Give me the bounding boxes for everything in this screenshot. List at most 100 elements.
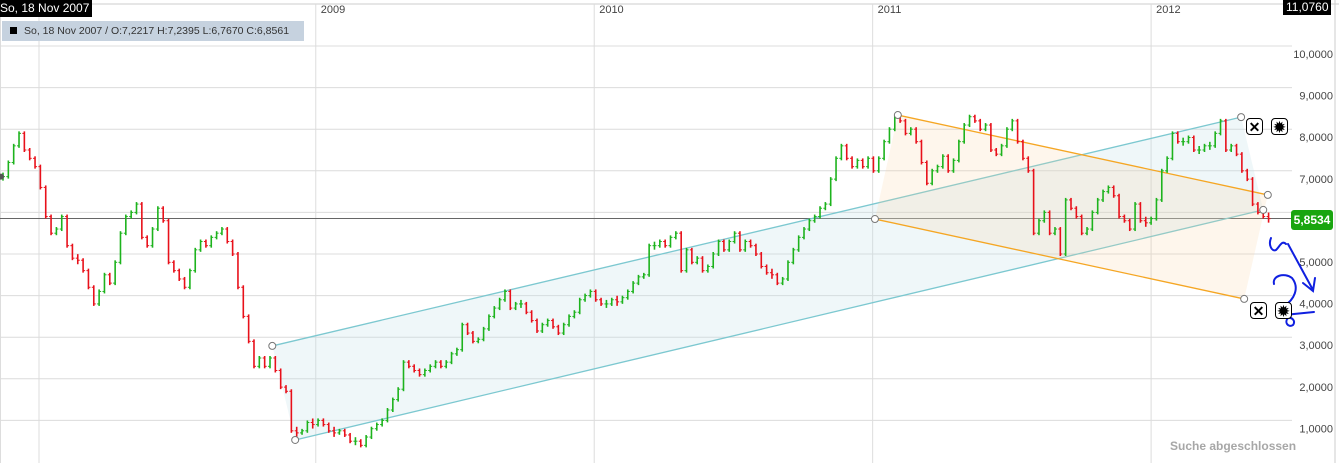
- channel-handle[interactable]: [291, 435, 300, 444]
- close-icon: ✕: [1248, 119, 1261, 135]
- channel-handle[interactable]: [1237, 113, 1246, 122]
- price-bar: [123, 214, 128, 236]
- price-bar: [171, 260, 176, 273]
- channel-handle[interactable]: [1259, 205, 1268, 214]
- price-bar: [257, 356, 262, 369]
- price-bar: [54, 227, 59, 236]
- price-bar: [668, 235, 673, 248]
- price-bar: [59, 214, 64, 232]
- price-bar: [65, 214, 70, 248]
- channel-handle[interactable]: [1263, 190, 1272, 199]
- price-bar: [855, 158, 860, 169]
- price-chart[interactable]: 1,00002,00003,00004,00005,00006,00007,00…: [0, 0, 1339, 463]
- price-bar: [219, 227, 224, 236]
- price-bar: [663, 239, 668, 248]
- price-bar: [369, 426, 374, 440]
- y-tick-label: 10,0000: [1293, 49, 1333, 61]
- price-bar: [11, 143, 16, 165]
- y-tick-label: 2,0000: [1299, 382, 1333, 394]
- price-bar: [262, 356, 267, 369]
- delete-rising-channel-button[interactable]: ✕: [1246, 118, 1263, 135]
- y-tick-label: 1,0000: [1299, 423, 1333, 435]
- price-bar: [657, 239, 662, 248]
- price-bar: [834, 156, 839, 182]
- gear-icon: ✹: [1273, 119, 1286, 135]
- y-tick-label: 4,0000: [1299, 299, 1333, 311]
- last-price-badge: 5,8534: [1291, 210, 1333, 230]
- price-bar: [113, 260, 118, 286]
- price-bar: [358, 439, 363, 448]
- close-icon: ✕: [1252, 303, 1265, 319]
- ohlc-text: So, 18 Nov 2007 / O:7,2217 H:7,2395 L:6,…: [24, 25, 290, 37]
- price-bar: [17, 131, 22, 148]
- price-bar: [241, 285, 246, 319]
- channel-handle[interactable]: [870, 215, 879, 224]
- price-bar: [268, 356, 272, 369]
- y-tick-label: 3,0000: [1299, 340, 1333, 352]
- price-bar: [166, 218, 171, 265]
- crosshair-value-label: 11,0760: [1283, 0, 1331, 15]
- price-bar: [374, 422, 379, 431]
- price-bar: [97, 289, 102, 306]
- price-bar: [27, 148, 32, 161]
- y-tick-label: 5,0000: [1299, 257, 1333, 269]
- price-bar: [70, 243, 75, 261]
- price-bar: [850, 156, 855, 169]
- x-tick-label: 2010: [599, 4, 623, 16]
- price-bar: [102, 272, 107, 294]
- series-marker-icon: [10, 27, 17, 34]
- price-bar: [1266, 212, 1271, 223]
- x-tick-label: 2011: [878, 4, 902, 16]
- price-bar: [860, 158, 865, 169]
- price-bar: [967, 114, 972, 128]
- price-bar: [652, 241, 657, 250]
- price-bar: [364, 435, 369, 448]
- price-bar: [43, 185, 48, 219]
- price-bar: [150, 227, 155, 248]
- channel-handle[interactable]: [893, 111, 902, 120]
- y-tick-label: 7,0000: [1299, 174, 1333, 186]
- price-bar: [246, 314, 251, 344]
- channel-handle[interactable]: [1240, 294, 1249, 303]
- price-bar: [161, 206, 166, 223]
- price-bar: [225, 227, 230, 244]
- delete-falling-channel-button[interactable]: ✕: [1250, 302, 1267, 319]
- price-bar: [33, 156, 38, 169]
- price-bar: [193, 247, 198, 273]
- price-bar: [203, 239, 208, 248]
- y-tick-label: 9,0000: [1299, 91, 1333, 103]
- price-bar: [187, 268, 192, 290]
- price-bar: [86, 268, 91, 290]
- ohlc-tooltip: So, 18 Nov 2007 / O:7,2217 H:7,2395 L:6,…: [2, 21, 304, 41]
- price-bar: [353, 437, 358, 446]
- price-bar: [118, 231, 123, 265]
- price-bar: [6, 160, 11, 179]
- price-bar: [673, 231, 678, 240]
- price-bar: [198, 239, 203, 252]
- price-bar: [209, 235, 214, 248]
- price-bar: [348, 432, 353, 444]
- settings-rising-channel-button[interactable]: ✹: [1271, 118, 1288, 135]
- price-bar: [839, 143, 844, 161]
- price-bar: [866, 156, 871, 169]
- price-bar: [49, 214, 54, 236]
- price-bar: [139, 202, 144, 240]
- channel-handle[interactable]: [268, 341, 277, 350]
- price-bar: [342, 428, 347, 437]
- status-text: Suche abgeschlossen: [1170, 439, 1297, 453]
- settings-falling-channel-button[interactable]: ✹: [1275, 302, 1292, 319]
- price-bar: [983, 123, 988, 132]
- price-bar: [882, 139, 887, 161]
- price-bar: [251, 339, 256, 369]
- price-bar: [177, 268, 182, 281]
- crosshair-date-label: So, 18 Nov 2007: [0, 0, 93, 17]
- price-bar: [214, 231, 219, 240]
- price-bar: [235, 252, 240, 290]
- price-bar: [75, 254, 80, 265]
- gear-icon: ✹: [1277, 303, 1290, 319]
- x-tick-label: 2012: [1156, 4, 1180, 16]
- y-tick-label: 8,0000: [1299, 132, 1333, 144]
- trend-channels[interactable]: [272, 114, 1268, 441]
- price-bar: [844, 143, 849, 161]
- x-tick-label: 2009: [321, 4, 345, 16]
